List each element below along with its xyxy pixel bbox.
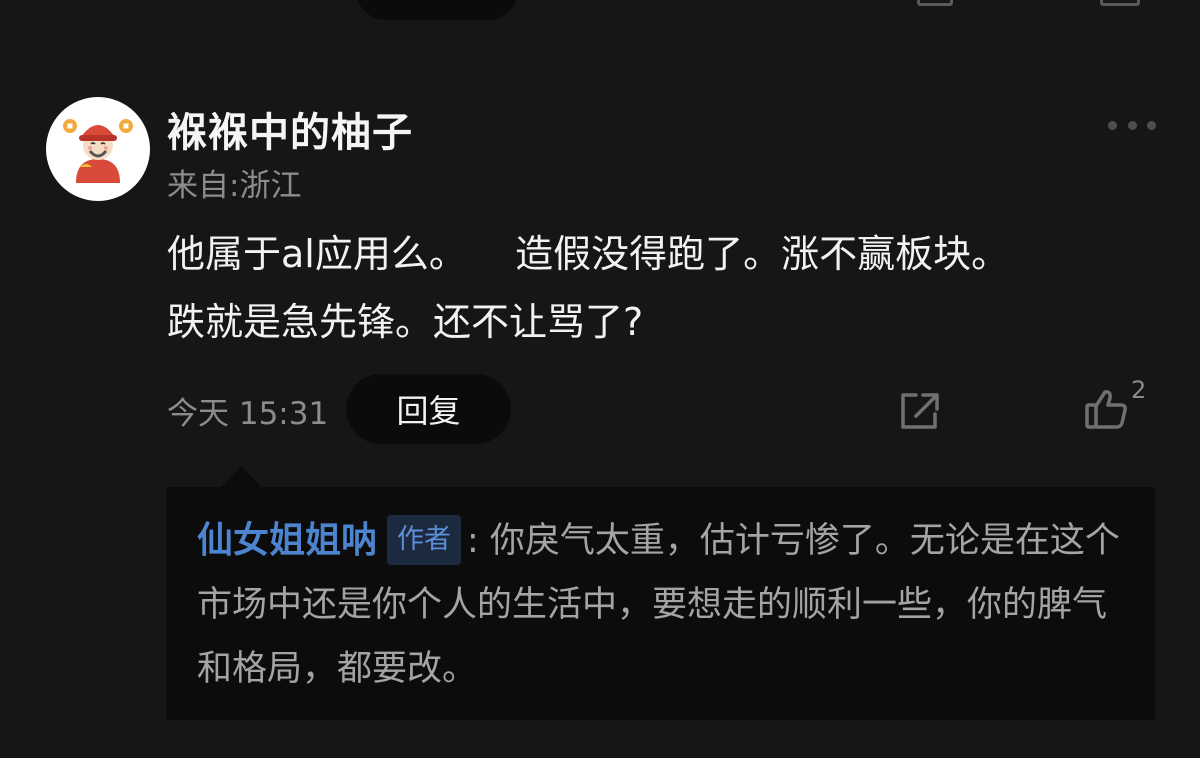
more-dot — [1147, 120, 1156, 130]
like-count: 2 — [1131, 376, 1147, 404]
share-icon[interactable] — [896, 388, 944, 434]
reply-author[interactable]: 仙女姐姐呐 — [197, 520, 377, 561]
username[interactable]: 褓褓中的柚子 — [167, 100, 413, 158]
more-dot — [1108, 120, 1117, 130]
reply-pointer — [220, 466, 262, 488]
reply-content: 仙女姐姐呐 作者: 你戾气太重，估计亏惨了。无论是在这个市场中还是你个人的生活中，… — [197, 509, 1135, 701]
more-icon[interactable] — [1108, 118, 1156, 132]
comment-thread: 褓褓中的柚子 来自:浙江 他属于al应用么。 造假没得跑了。涨不赢板块。 跌就是… — [0, 0, 1200, 758]
thumbs-up-icon[interactable] — [1083, 386, 1131, 432]
previous-reply-button[interactable] — [356, 0, 518, 20]
avatar[interactable] — [46, 97, 150, 201]
god-of-wealth-icon — [63, 119, 133, 183]
previous-share-icon[interactable] — [917, 0, 953, 6]
comment-text: 他属于al应用么。 造假没得跑了。涨不赢板块。 跌就是急先锋。还不让骂了? — [167, 232, 1010, 344]
more-dot — [1127, 120, 1137, 130]
timestamp: 今天 15:31 — [167, 396, 329, 432]
author-tag: 作者 — [387, 515, 462, 565]
reply-button[interactable]: 回复 — [346, 374, 511, 444]
location-label: 来自:浙江 — [167, 168, 302, 204]
previous-like-icon[interactable] — [1100, 0, 1140, 6]
reply-box[interactable]: 仙女姐姐呐 作者: 你戾气太重，估计亏惨了。无论是在这个市场中还是你个人的生活中，… — [166, 487, 1155, 720]
